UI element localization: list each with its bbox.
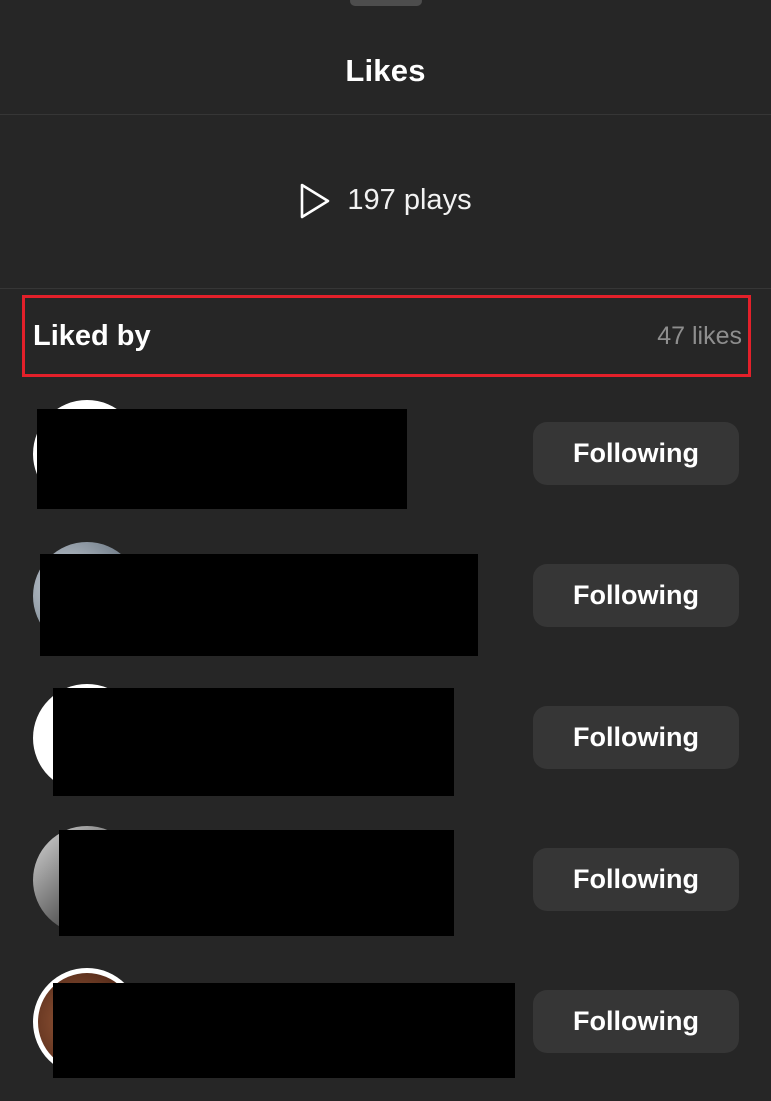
redacted-username <box>53 688 454 796</box>
following-button[interactable]: Following <box>533 422 739 485</box>
play-icon <box>299 183 331 219</box>
sheet-header: Likes <box>0 0 771 115</box>
redacted-username <box>37 409 407 509</box>
list-item[interactable]: Following <box>0 383 771 525</box>
plays-section: 197 plays <box>0 115 771 289</box>
following-button[interactable]: Following <box>533 990 739 1053</box>
following-button[interactable]: Following <box>533 564 739 627</box>
list-item[interactable]: Following <box>0 809 771 951</box>
liked-by-header: Liked by 47 likes <box>22 295 751 377</box>
likes-sheet: Likes 197 plays Liked by 47 likes Follow… <box>0 0 771 1101</box>
plays-count: 197 plays <box>347 184 472 216</box>
redacted-username <box>40 554 478 656</box>
likes-count: 47 likes <box>657 321 742 350</box>
liked-by-title: Liked by <box>33 319 151 352</box>
list-item[interactable]: Following <box>0 667 771 809</box>
redacted-username <box>59 830 454 936</box>
plays-summary: 197 plays <box>299 183 472 219</box>
list-item[interactable]: Following <box>0 951 771 1093</box>
list-item[interactable]: Following <box>0 525 771 667</box>
redacted-username <box>53 983 515 1078</box>
following-button[interactable]: Following <box>533 706 739 769</box>
page-title: Likes <box>345 53 426 88</box>
following-button[interactable]: Following <box>533 848 739 911</box>
